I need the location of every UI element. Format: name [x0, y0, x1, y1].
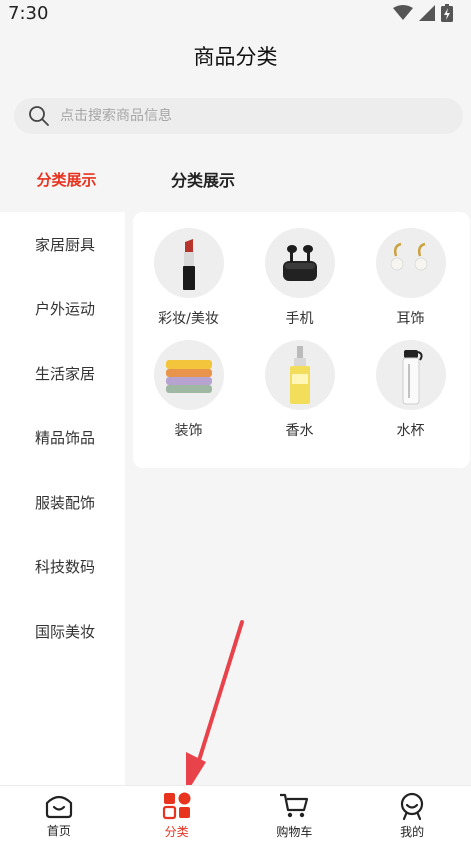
wifi-icon — [393, 5, 413, 20]
signal-icon — [419, 5, 435, 21]
nav-profile[interactable]: 我的 — [353, 786, 471, 843]
category-item-perfume[interactable]: 香水 — [244, 340, 355, 440]
search-box[interactable] — [14, 98, 463, 134]
category-label: 装饰 — [174, 423, 203, 439]
category-item-decoration[interactable]: 装饰 — [133, 340, 244, 440]
category-label: 香水 — [285, 423, 314, 439]
nav-label: 购物车 — [276, 824, 313, 839]
category-sidebar: 家居厨具 户外运动 生活家居 精品饰品 服装配饰 科技数码 国际美妆 — [0, 212, 125, 785]
lotion-bottle-image — [264, 340, 335, 410]
category-item-cup[interactable]: 水杯 — [355, 340, 466, 440]
lipstick-image — [153, 228, 224, 298]
status-time: 7:30 — [8, 2, 49, 24]
water-bottle-image — [375, 340, 446, 410]
page-title: 商品分类 — [193, 45, 278, 69]
nav-label: 我的 — [400, 824, 425, 839]
nav-home[interactable]: 首页 — [0, 786, 118, 843]
nav-label: 首页 — [46, 823, 71, 838]
category-item-makeup[interactable]: 彩妆/美妆 — [133, 228, 244, 328]
nav-label: 分类 — [164, 824, 189, 839]
cart-icon — [280, 793, 309, 817]
sidebar-item-tech-digital[interactable]: 科技数码 — [0, 535, 125, 600]
earbuds-image — [264, 228, 335, 298]
battery-icon — [441, 4, 453, 22]
tab-category-display[interactable]: 分类展示 — [133, 146, 273, 212]
sidebar-item-outdoor-sports[interactable]: 户外运动 — [0, 277, 125, 342]
status-bar: 7:30 — [0, 0, 471, 26]
category-label: 水杯 — [396, 423, 425, 439]
earrings-image — [375, 228, 446, 298]
home-icon — [45, 795, 72, 818]
sidebar-item-home-living[interactable]: 生活家居 — [0, 341, 125, 406]
category-grid: 彩妆/美妆 手机 耳饰 装饰 香水 水杯 — [133, 228, 470, 440]
sidebar-item-beauty[interactable]: 国际美妆 — [0, 599, 125, 664]
profile-icon — [401, 792, 424, 820]
bottom-nav: 首页 分类 购物车 我的 — [0, 785, 471, 843]
category-label: 耳饰 — [396, 311, 425, 327]
towels-image — [153, 340, 224, 410]
category-item-phone[interactable]: 手机 — [244, 228, 355, 328]
tab-category-display-active[interactable]: 分类展示 — [0, 146, 133, 212]
category-grid-card: 彩妆/美妆 手机 耳饰 装饰 香水 水杯 — [133, 212, 470, 468]
sidebar-item-home-kitchen[interactable]: 家居厨具 — [0, 212, 125, 277]
nav-category[interactable]: 分类 — [118, 786, 236, 843]
tabs-row: 分类展示 分类展示 — [0, 146, 471, 212]
category-item-earrings[interactable]: 耳饰 — [355, 228, 466, 328]
category-icon — [162, 792, 191, 819]
search-input[interactable] — [60, 108, 420, 124]
category-label: 彩妆/美妆 — [158, 311, 219, 327]
search-bar — [0, 86, 471, 146]
category-label: 手机 — [285, 311, 314, 327]
status-icons — [393, 4, 453, 22]
sidebar-item-apparel[interactable]: 服装配饰 — [0, 470, 125, 535]
nav-cart[interactable]: 购物车 — [236, 786, 354, 843]
header: 商品分类 — [0, 26, 471, 86]
search-icon — [29, 106, 49, 126]
sidebar-item-jewelry[interactable]: 精品饰品 — [0, 406, 125, 471]
